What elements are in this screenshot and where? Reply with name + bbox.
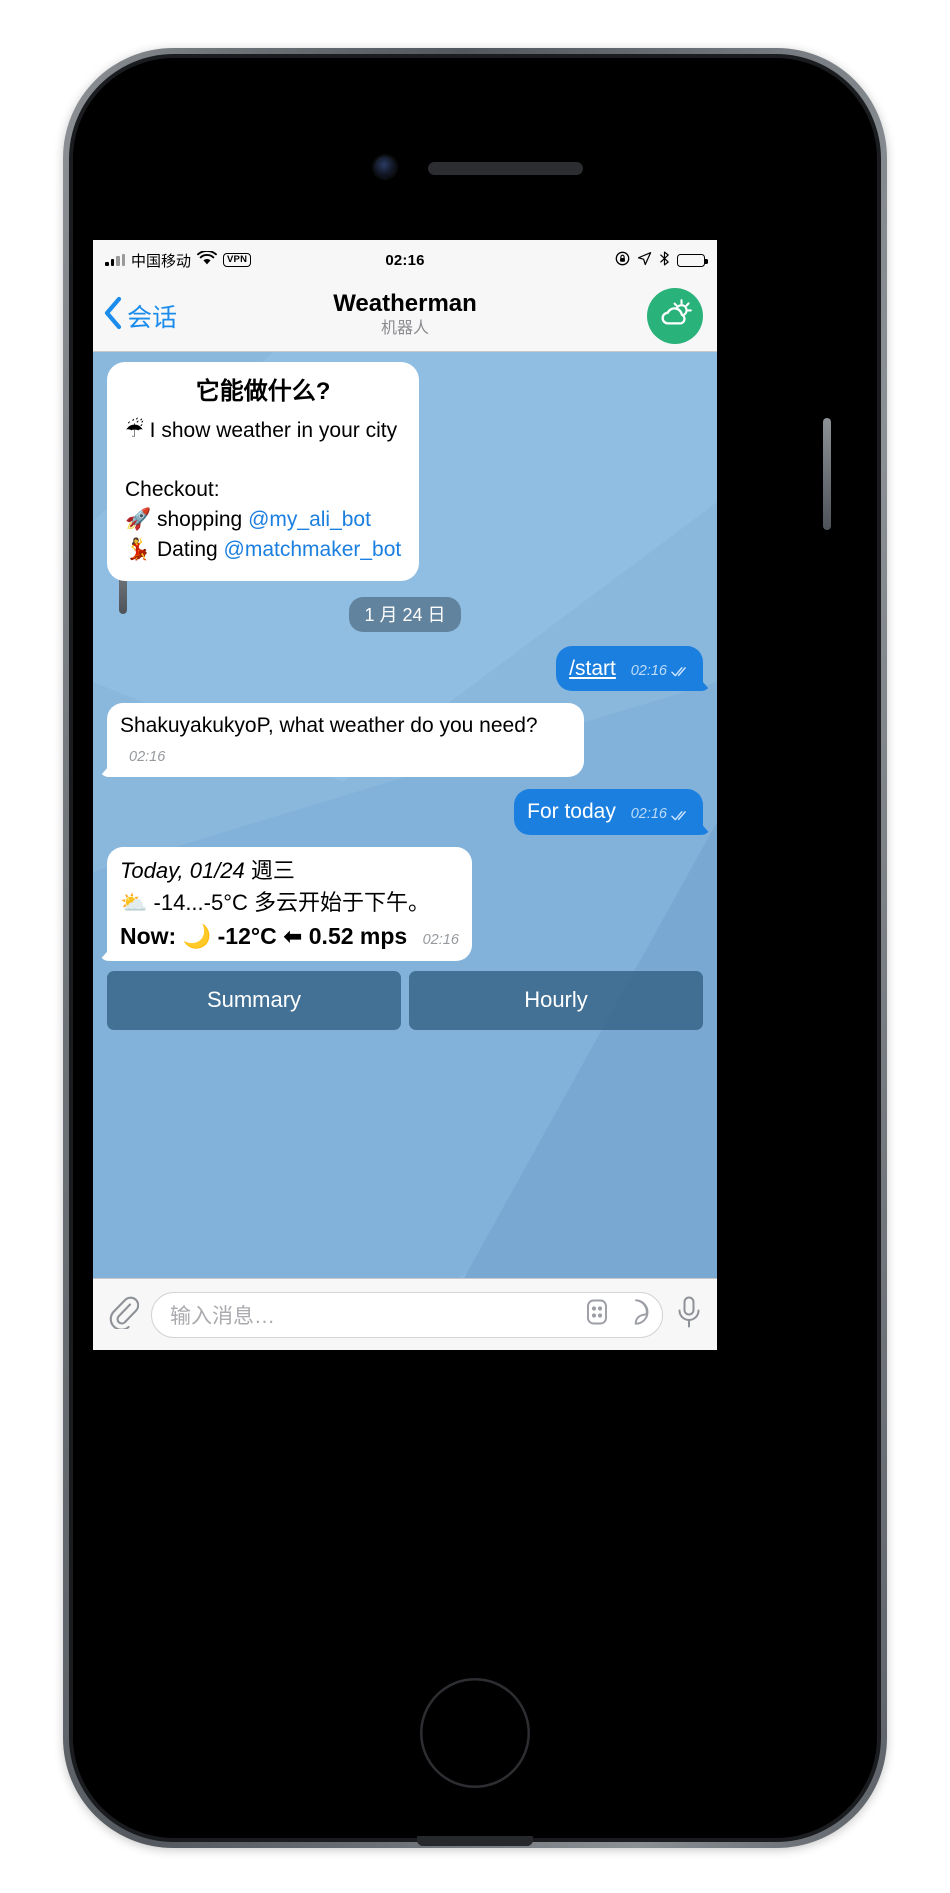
- date-separator: 1 月 24 日: [349, 596, 461, 632]
- message-meta: 02:16: [631, 805, 690, 825]
- read-receipt-icon: [671, 667, 686, 677]
- message-time: 02:16: [630, 806, 667, 823]
- umbrella-with-rain-icon: ☔: [125, 417, 144, 442]
- message-row: For today 02:16: [107, 789, 703, 835]
- paperclip-icon[interactable]: [107, 1295, 140, 1334]
- bot-prompt-bubble[interactable]: ShakuyakukyoP, what weather do you need?…: [107, 703, 584, 778]
- navigation-bar: 会话 Weatherman 机器人: [93, 280, 717, 352]
- home-button[interactable]: [420, 1678, 530, 1788]
- message-text-field[interactable]: 输入消息…: [151, 1291, 663, 1338]
- summary-button[interactable]: Summary: [107, 970, 401, 1030]
- earpiece-speaker: [428, 162, 583, 175]
- hourly-button[interactable]: Hourly: [409, 970, 703, 1030]
- power-button[interactable]: [823, 418, 831, 530]
- front-camera-icon: [374, 156, 396, 178]
- message-meta: 02:16: [129, 748, 165, 768]
- phone-frame: 中国移动 VPN 02:16 会话 Weatherman 机器人 它能做什么? …: [63, 48, 887, 1848]
- weather-now-label: Now:: [120, 922, 177, 949]
- weather-now-wind: 0.52 mps: [308, 922, 408, 949]
- back-button[interactable]: 会话: [103, 296, 177, 335]
- read-receipt-icon: [671, 810, 686, 820]
- sticker-icon[interactable]: [622, 1298, 650, 1331]
- start-command-text[interactable]: /start: [569, 657, 616, 680]
- battery-icon: [677, 253, 708, 267]
- mention-my-ali-bot[interactable]: @my_ali_bot: [248, 508, 371, 531]
- chevron-left-icon: [103, 296, 123, 335]
- page-title: Weatherman: [333, 290, 477, 318]
- intro-line-weather: ☔ I show weather in your city: [125, 416, 401, 446]
- message-row: 它能做什么? ☔ I show weather in your city Che…: [107, 362, 703, 581]
- intro-dating-text: Dating: [151, 537, 224, 561]
- antenna-line: [417, 1836, 533, 1846]
- back-button-label: 会话: [127, 303, 178, 332]
- intro-checkout-label: Checkout:: [125, 478, 220, 502]
- arrow-left-icon: ⬅: [283, 923, 303, 950]
- location-arrow-icon: [637, 251, 652, 270]
- outgoing-start-bubble[interactable]: /start 02:16: [556, 645, 703, 692]
- page-subtitle: 机器人: [380, 319, 429, 337]
- message-input-placeholder: 输入消息…: [170, 1304, 275, 1328]
- inline-keyboard: Summary Hourly: [107, 970, 703, 1030]
- message-row: Today, 01/24 週三 ⛅ -14...-5°C 多云开始于下午。 No…: [107, 846, 703, 961]
- intro-line-weather-text: I show weather in your city: [143, 418, 398, 442]
- bot-command-icon[interactable]: [584, 1298, 610, 1331]
- intro-shopping-text: shopping: [151, 508, 249, 532]
- outgoing-fortoday-bubble[interactable]: For today 02:16: [514, 789, 703, 835]
- phone-screen: 中国移动 VPN 02:16 会话 Weatherman 机器人 它能做什么? …: [93, 240, 717, 1350]
- intro-title: 它能做什么?: [195, 378, 331, 405]
- status-bar-right: [615, 240, 708, 280]
- weather-date-en: Today, 01/24: [120, 857, 251, 883]
- intro-line-dating: 💃 Dating @matchmaker_bot: [125, 535, 401, 565]
- intro-spacer: [125, 445, 401, 475]
- message-row: ShakuyakukyoP, what weather do you need?…: [107, 703, 703, 778]
- message-time: 02:16: [129, 748, 166, 765]
- weather-forecast-bubble[interactable]: Today, 01/24 週三 ⛅ -14...-5°C 多云开始于下午。 No…: [107, 846, 472, 961]
- weather-summary-line: ⛅ -14...-5°C 多云开始于下午。: [120, 887, 459, 920]
- microphone-icon[interactable]: [675, 1295, 703, 1334]
- phone-body: 中国移动 VPN 02:16 会话 Weatherman 机器人 它能做什么? …: [69, 54, 881, 1846]
- rocket-icon: 🚀: [125, 507, 152, 532]
- weather-date-cn: 週三: [250, 857, 295, 883]
- weather-now-line: Now: 🌙 -12°C ⬅ 0.52 mps 02:16: [120, 920, 459, 954]
- mention-matchmaker-bot[interactable]: @matchmaker_bot: [224, 538, 402, 561]
- bluetooth-icon: [659, 250, 670, 270]
- dancer-icon: 💃: [125, 536, 152, 561]
- intro-line-shopping: 🚀 shopping @my_ali_bot: [125, 505, 401, 535]
- phone-screen-area: 中国移动 VPN 02:16 会话 Weatherman 机器人 它能做什么? …: [73, 58, 877, 1838]
- message-meta: 02:16: [423, 930, 459, 951]
- date-separator-row: 1 月 24 日: [107, 596, 703, 632]
- rotation-lock-icon: [615, 251, 630, 270]
- nav-title-block[interactable]: Weatherman 机器人: [93, 280, 717, 351]
- message-meta: 02:16: [631, 662, 690, 682]
- message-time: 02:16: [422, 931, 459, 948]
- status-bar: 中国移动 VPN 02:16: [93, 240, 717, 280]
- chat-message-list[interactable]: 它能做什么? ☔ I show weather in your city Che…: [93, 352, 717, 1278]
- crescent-moon-icon: 🌙: [182, 923, 212, 950]
- message-time: 02:16: [630, 662, 667, 679]
- sun-behind-cloud-icon: [656, 294, 694, 337]
- fortoday-text: For today: [527, 800, 616, 824]
- sun-behind-cloud-emoji: ⛅: [120, 890, 148, 916]
- message-row: /start 02:16: [107, 645, 703, 692]
- message-input-bar: 输入消息…: [93, 1278, 717, 1350]
- weather-date-line: Today, 01/24 週三: [120, 856, 459, 887]
- avatar[interactable]: [647, 287, 703, 344]
- bot-prompt-text: ShakuyakukyoP, what weather do you need?: [120, 714, 538, 738]
- bot-intro-bubble[interactable]: 它能做什么? ☔ I show weather in your city Che…: [107, 362, 420, 581]
- weather-now-temp: -12°C: [217, 922, 277, 949]
- weather-summary-text: -14...-5°C 多云开始于下午。: [147, 889, 431, 915]
